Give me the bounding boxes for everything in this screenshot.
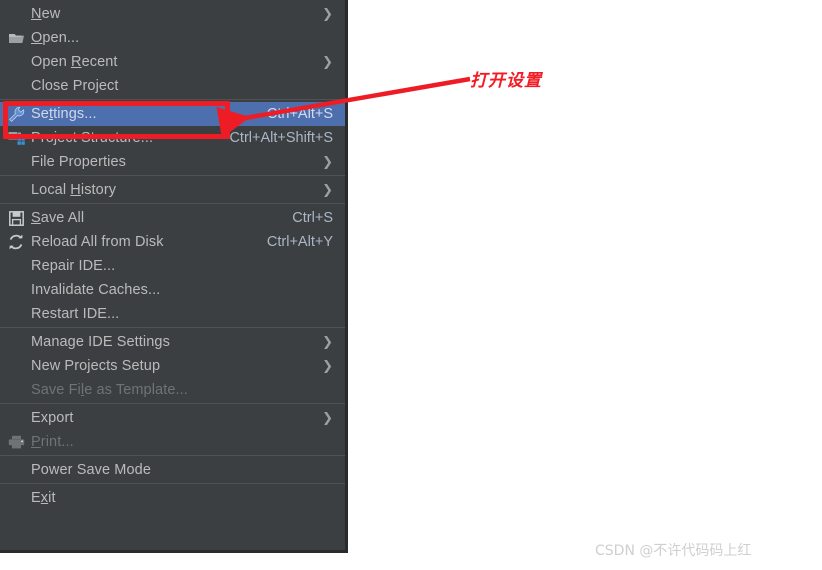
menu-item-label: Open... (31, 30, 80, 46)
menu-group: Save All Ctrl+S Reload All from Disk Ctrl+A… (0, 203, 345, 327)
menu-item-label: Repair IDE... (31, 258, 116, 274)
menu-group: Export ❯ Print... (0, 403, 345, 455)
menu-item-repair-ide[interactable]: Repair IDE... (0, 254, 345, 278)
menu-item-new-projects-setup[interactable]: New Projects Setup ❯ (0, 354, 345, 378)
menu-item-label: Export (31, 410, 74, 426)
no-icon (4, 356, 28, 376)
menu-group: Settings... Ctrl+Alt+S Project Structure..… (0, 99, 345, 175)
menu-item-power-save-mode[interactable]: Power Save Mode (0, 458, 345, 482)
menu-item-label: Open Recent (31, 54, 118, 70)
no-icon (4, 488, 28, 508)
menu-group: Power Save Mode (0, 455, 345, 483)
save-icon (4, 208, 28, 228)
no-icon (4, 152, 28, 172)
menu-item-label: Save File as Template... (31, 382, 188, 398)
menu-item-new[interactable]: New ❯ (0, 2, 345, 26)
menu-item-close-project[interactable]: Close Project (0, 74, 345, 98)
folder-icon (4, 28, 28, 48)
screenshot-root: New ❯ Open... Open Recent ❯ Close Project Sett… (0, 0, 822, 570)
chevron-right-icon: ❯ (322, 410, 333, 426)
menu-item-invalidate-caches[interactable]: Invalidate Caches... (0, 278, 345, 302)
menu-group: Manage IDE Settings ❯ New Projects Setup ❯ S… (0, 327, 345, 403)
chevron-right-icon: ❯ (322, 6, 333, 22)
menu-item-label: Exit (31, 490, 56, 506)
menu-item-label: Reload All from Disk (31, 234, 164, 250)
menu-item-export[interactable]: Export ❯ (0, 406, 345, 430)
menu-item-label: Power Save Mode (31, 462, 151, 478)
no-icon (4, 76, 28, 96)
menu-item-label: Invalidate Caches... (31, 282, 161, 298)
no-icon (4, 460, 28, 480)
menu-item-open-recent[interactable]: Open Recent ❯ (0, 50, 345, 74)
menu-item-shortcut: Ctrl+Alt+Shift+S (229, 130, 333, 146)
menu-item-restart-ide[interactable]: Restart IDE... (0, 302, 345, 326)
no-icon (4, 280, 28, 300)
chevron-right-icon: ❯ (322, 358, 333, 374)
menu-item-label: Manage IDE Settings (31, 334, 170, 350)
no-icon (4, 408, 28, 428)
menu-item-label: New Projects Setup (31, 358, 161, 374)
chevron-right-icon: ❯ (322, 182, 333, 198)
chevron-right-icon: ❯ (322, 54, 333, 70)
printer-icon (4, 432, 28, 452)
menu-item-open[interactable]: Open... (0, 26, 345, 50)
menu-item-exit[interactable]: Exit (0, 486, 345, 510)
menu-item-save-file-as-template: Save File as Template... (0, 378, 345, 402)
project-structure-icon (4, 128, 28, 148)
no-icon (4, 380, 28, 400)
menu-item-local-history[interactable]: Local History ❯ (0, 178, 345, 202)
menu-item-label: New (31, 6, 61, 22)
menu-item-project-structure[interactable]: Project Structure... Ctrl+Alt+Shift+S (0, 126, 345, 150)
menu-group: Local History ❯ (0, 175, 345, 203)
menu-group: New ❯ Open... Open Recent ❯ Close Project (0, 0, 345, 99)
file-menu-popup[interactable]: New ❯ Open... Open Recent ❯ Close Project Sett… (0, 0, 348, 553)
no-icon (4, 304, 28, 324)
no-icon (4, 256, 28, 276)
menu-item-print: Print... (0, 430, 345, 454)
no-icon (4, 52, 28, 72)
menu-item-label: File Properties (31, 154, 126, 170)
csdn-watermark: CSDN @不许代码码上红 (595, 543, 752, 559)
menu-item-label: Settings... (31, 106, 97, 122)
menu-item-label: Print... (31, 434, 74, 450)
menu-item-manage-ide-settings[interactable]: Manage IDE Settings ❯ (0, 330, 345, 354)
wrench-icon (4, 104, 28, 124)
menu-item-settings[interactable]: Settings... Ctrl+Alt+S (0, 102, 345, 126)
reload-icon (4, 232, 28, 252)
menu-item-reload-all-from-disk[interactable]: Reload All from Disk Ctrl+Alt+Y (0, 230, 345, 254)
menu-item-shortcut: Ctrl+S (292, 210, 333, 226)
menu-item-shortcut: Ctrl+Alt+Y (266, 234, 333, 250)
menu-group: Exit (0, 483, 345, 511)
menu-item-label: Close Project (31, 78, 119, 94)
menu-item-label: Project Structure... (31, 130, 154, 146)
no-icon (4, 4, 28, 24)
menu-item-label: Restart IDE... (31, 306, 120, 322)
menu-item-save-all[interactable]: Save All Ctrl+S (0, 206, 345, 230)
no-icon (4, 180, 28, 200)
menu-item-file-properties[interactable]: File Properties ❯ (0, 150, 345, 174)
annotation-label: 打开设置 (470, 71, 542, 91)
menu-item-shortcut: Ctrl+Alt+S (266, 106, 333, 122)
no-icon (4, 332, 28, 352)
chevron-right-icon: ❯ (322, 154, 333, 170)
chevron-right-icon: ❯ (322, 334, 333, 350)
menu-item-label: Save All (31, 210, 85, 226)
menu-item-label: Local History (31, 182, 117, 198)
